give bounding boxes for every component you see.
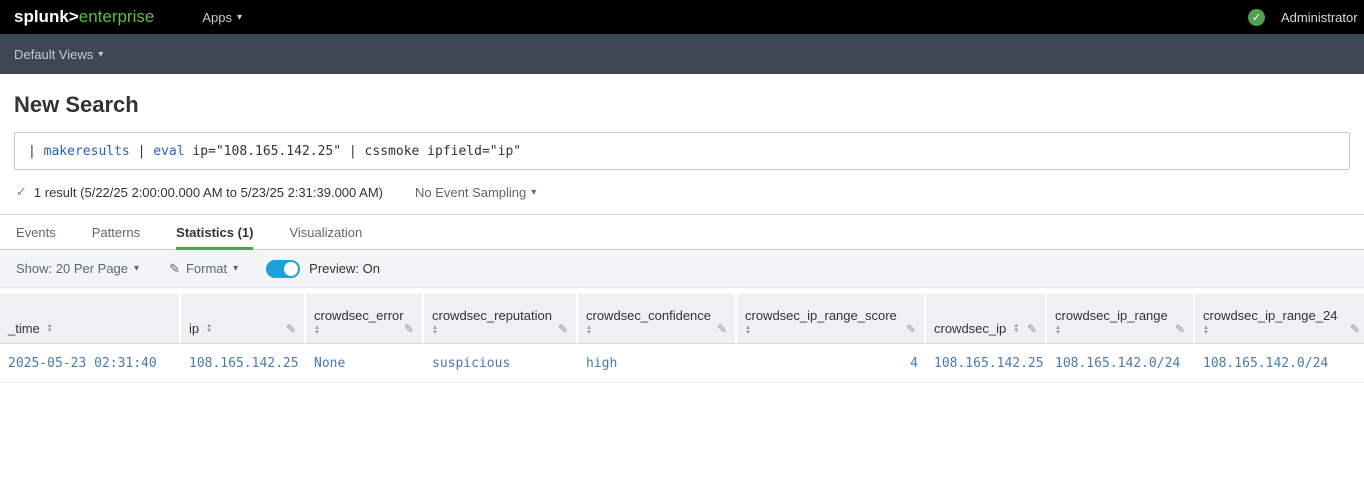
- tab-patterns[interactable]: Patterns: [92, 215, 140, 249]
- format-label: Format: [186, 261, 227, 276]
- column-label: crowdsec_confidence: [586, 308, 711, 323]
- app-bar: Default Views ▾: [0, 34, 1364, 74]
- column-header-crowdsec-error[interactable]: crowdsec_error ▲▼ ✎: [306, 294, 424, 344]
- format-button[interactable]: ✎ Format ▾: [169, 261, 238, 277]
- sort-icon[interactable]: ▲▼: [47, 324, 53, 334]
- tab-visualization[interactable]: Visualization: [289, 215, 362, 249]
- column-header-crowdsec-ip-range-score[interactable]: crowdsec_ip_range_score ▲▼ ✎: [737, 294, 926, 344]
- statistics-table: _time▲▼ip▲▼✎crowdsec_error▲▼✎crowdsec_re…: [0, 294, 1364, 383]
- cell-crowdsec-confidence[interactable]: high: [578, 344, 737, 382]
- sort-icon[interactable]: ▲▼: [586, 326, 592, 336]
- query-segment: ip="108.165.142.25" | cssmoke ipfield="i…: [185, 144, 522, 159]
- logo-gt: >: [69, 7, 79, 26]
- tab-events[interactable]: Events: [16, 215, 56, 249]
- column-header-crowdsec-reputation[interactable]: crowdsec_reputation ▲▼ ✎: [424, 294, 578, 344]
- messages-check-icon[interactable]: ✓: [1248, 9, 1265, 26]
- topbar: splunk>enterprise Apps ▾ ✓ Administrator: [0, 0, 1364, 34]
- results-toolbar: Show: 20 Per Page ▾ ✎ Format ▾ Preview: …: [0, 250, 1364, 288]
- default-views-label: Default Views: [14, 47, 93, 62]
- query-segment: |: [130, 144, 153, 159]
- topbar-right: ✓ Administrator: [1248, 0, 1358, 34]
- logo-enterprise: enterprise: [79, 7, 155, 26]
- edit-column-icon[interactable]: ✎: [717, 322, 727, 336]
- user-menu[interactable]: Administrator: [1281, 10, 1358, 25]
- column-header-crowdsec-ip[interactable]: crowdsec_ip ▲▼ ✎: [926, 294, 1047, 344]
- query-segment: makeresults: [44, 144, 130, 159]
- edit-column-icon[interactable]: ✎: [1027, 322, 1037, 336]
- per-page-dropdown[interactable]: Show: 20 Per Page ▾: [16, 261, 139, 276]
- cell-crowdsec-reputation[interactable]: suspicious: [424, 344, 578, 382]
- column-label: crowdsec_ip_range_score: [745, 308, 897, 323]
- edit-column-icon[interactable]: ✎: [1175, 322, 1185, 336]
- sort-icon[interactable]: ▲▼: [1203, 326, 1209, 336]
- tab-statistics-1[interactable]: Statistics (1): [176, 215, 253, 249]
- cell-crowdsec-ip-range[interactable]: 108.165.142.0/24: [1047, 344, 1195, 382]
- caret-down-icon: ▾: [531, 187, 536, 198]
- column-label: crowdsec_ip_range: [1055, 308, 1168, 323]
- cell-time[interactable]: 2025-05-23 02:31:40: [0, 344, 181, 382]
- column-header-crowdsec-confidence[interactable]: crowdsec_confidence ▲▼ ✎: [578, 294, 737, 344]
- caret-down-icon: ▾: [98, 49, 103, 60]
- event-sampling-label: No Event Sampling: [415, 185, 526, 200]
- sort-icon[interactable]: ▲▼: [745, 326, 751, 336]
- cell-crowdsec-ip-range-24[interactable]: 108.165.142.0/24: [1195, 344, 1364, 382]
- edit-column-icon[interactable]: ✎: [286, 322, 296, 336]
- toggle-knob: [284, 262, 298, 276]
- column-header-ip[interactable]: ip ▲▼ ✎: [181, 294, 306, 344]
- sort-icon[interactable]: ▲▼: [206, 324, 212, 334]
- caret-down-icon: ▾: [134, 263, 139, 274]
- default-views-menu[interactable]: Default Views ▾: [14, 47, 103, 62]
- apps-menu[interactable]: Apps ▾: [202, 10, 242, 25]
- column-label: crowdsec_ip_range_24: [1203, 308, 1337, 323]
- sort-icon[interactable]: ▲▼: [1055, 326, 1061, 336]
- splunk-logo[interactable]: splunk>enterprise: [14, 7, 154, 27]
- per-page-label: Show: 20 Per Page: [16, 261, 128, 276]
- sort-icon[interactable]: ▲▼: [314, 326, 320, 336]
- cell-crowdsec-ip[interactable]: 108.165.142.25: [926, 344, 1047, 382]
- sort-icon[interactable]: ▲▼: [432, 326, 438, 336]
- edit-column-icon[interactable]: ✎: [558, 322, 568, 336]
- column-label: crowdsec_error: [314, 308, 404, 323]
- logo-splunk: splunk: [14, 7, 69, 26]
- search-input[interactable]: | makeresults | eval ip="108.165.142.25"…: [14, 132, 1350, 170]
- table-row: 2025-05-23 02:31:40108.165.142.25Nonesus…: [0, 344, 1364, 383]
- column-header-time[interactable]: _time ▲▼: [0, 294, 181, 344]
- page-title: New Search: [14, 92, 1350, 118]
- column-label: crowdsec_ip: [934, 321, 1006, 336]
- success-check-icon: ✓: [16, 184, 27, 200]
- query-segment: |: [28, 144, 44, 159]
- apps-label: Apps: [202, 10, 232, 25]
- column-label: _time: [8, 321, 40, 336]
- column-label: ip: [189, 321, 199, 336]
- sort-icon[interactable]: ▲▼: [1013, 324, 1019, 334]
- column-header-crowdsec-ip-range-24[interactable]: crowdsec_ip_range_24 ▲▼ ✎: [1195, 294, 1364, 344]
- pencil-icon: ✎: [169, 261, 180, 277]
- event-sampling-menu[interactable]: No Event Sampling ▾: [415, 185, 536, 200]
- tabs: Events Patterns Statistics (1) Visualizatio…: [0, 214, 1364, 250]
- column-header-crowdsec-ip-range[interactable]: crowdsec_ip_range ▲▼ ✎: [1047, 294, 1195, 344]
- preview-label: Preview: On: [309, 261, 380, 276]
- query-segment: eval: [153, 144, 184, 159]
- caret-down-icon: ▾: [233, 263, 238, 274]
- table-header-row: _time▲▼ip▲▼✎crowdsec_error▲▼✎crowdsec_re…: [0, 294, 1364, 344]
- edit-column-icon[interactable]: ✎: [1350, 322, 1360, 336]
- result-count-text: 1 result (5/22/25 2:00:00.000 AM to 5/23…: [34, 185, 383, 200]
- caret-down-icon: ▾: [237, 12, 242, 23]
- edit-column-icon[interactable]: ✎: [906, 322, 916, 336]
- edit-column-icon[interactable]: ✎: [404, 322, 414, 336]
- preview-toggle[interactable]: [266, 260, 300, 278]
- cell-crowdsec-ip-range-score[interactable]: 4: [737, 344, 926, 382]
- cell-crowdsec-error[interactable]: None: [306, 344, 424, 382]
- search-query-text: | makeresults | eval ip="108.165.142.25"…: [28, 144, 521, 159]
- cell-ip[interactable]: 108.165.142.25: [181, 344, 306, 382]
- table-body: 2025-05-23 02:31:40108.165.142.25Nonesus…: [0, 344, 1364, 383]
- result-summary: ✓ 1 result (5/22/25 2:00:00.000 AM to 5/…: [16, 184, 1350, 200]
- column-label: crowdsec_reputation: [432, 308, 552, 323]
